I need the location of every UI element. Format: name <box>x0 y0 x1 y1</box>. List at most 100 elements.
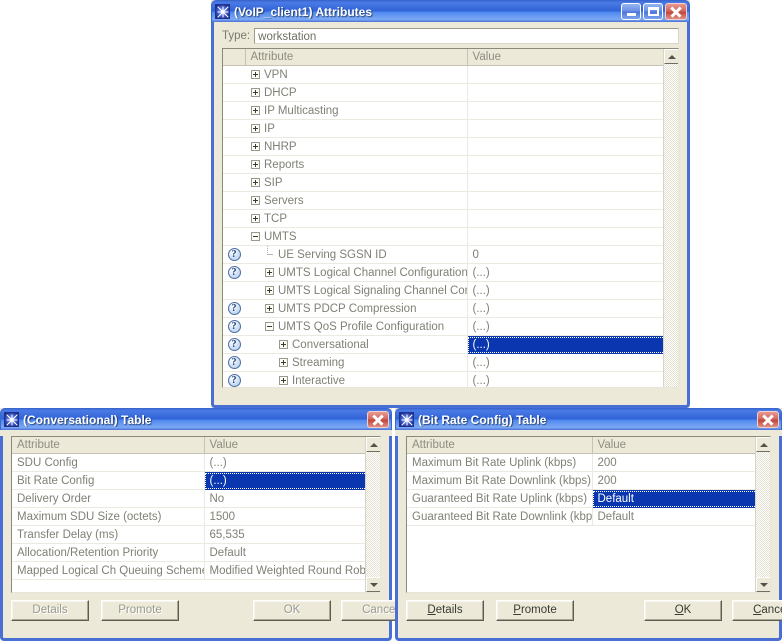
bitrate-vertical-scrollbar[interactable] <box>755 437 770 592</box>
scroll-up-button[interactable] <box>366 437 380 452</box>
bitrate-titlebar[interactable]: (Bit Rate Config) Table <box>395 408 782 430</box>
close-button[interactable] <box>665 3 687 20</box>
table-row[interactable]: Allocation/Retention Priority Default <box>12 543 380 562</box>
attribute-name-cell[interactable]: Reports <box>245 155 468 174</box>
details-button[interactable]: Details <box>11 600 89 621</box>
attribute-col-header[interactable]: Attribute <box>12 437 205 454</box>
minimize-button[interactable] <box>621 3 641 20</box>
tree-expand-toggle[interactable] <box>265 304 274 313</box>
attribute-value-cell[interactable] <box>467 119 678 138</box>
attribute-name-cell[interactable]: Guaranteed Bit Rate Downlink (kbps) <box>407 507 593 526</box>
table-row[interactable]: Delivery Order No <box>12 489 380 508</box>
ok-button[interactable]: OK <box>253 600 331 621</box>
table-row[interactable]: DHCP <box>223 83 678 102</box>
tree-collapse-toggle[interactable] <box>265 322 274 331</box>
attribute-name-cell[interactable]: Allocation/Retention Priority <box>12 543 205 562</box>
table-row[interactable]: Servers <box>223 191 678 210</box>
table-row[interactable]: SIP <box>223 173 678 192</box>
attribute-value-cell[interactable] <box>467 101 678 120</box>
conversational-titlebar[interactable]: (Conversational) Table <box>0 408 392 430</box>
attribute-name-cell[interactable]: VPN <box>245 65 468 84</box>
table-row[interactable]: Transfer Delay (ms) 65,535 <box>12 525 380 544</box>
help-icon[interactable]: ? <box>227 248 241 261</box>
table-row[interactable]: NHRP <box>223 137 678 156</box>
table-row[interactable]: Guaranteed Bit Rate Downlink (kbps) Defau… <box>407 507 770 526</box>
attribute-name-cell[interactable]: Conversational <box>245 335 468 354</box>
table-row[interactable]: ? Streaming (...) <box>223 353 678 372</box>
help-icon[interactable]: ? <box>227 266 241 279</box>
tree-expand-toggle[interactable] <box>251 214 260 223</box>
attribute-col-header[interactable]: Attribute <box>407 437 593 454</box>
attribute-name-cell[interactable]: SDU Config <box>12 453 205 472</box>
attribute-name-cell[interactable]: Mapped Logical Ch Queuing Scheme <box>12 561 205 580</box>
table-row[interactable]: ? Conversational (...) <box>223 335 678 354</box>
table-row[interactable]: Bit Rate Config (...) <box>12 471 380 490</box>
ok-button[interactable]: OK <box>644 600 722 621</box>
value-col-header[interactable]: Value <box>204 437 380 454</box>
table-row[interactable]: Reports <box>223 155 678 174</box>
attribute-value-cell[interactable]: (...) <box>203 471 380 490</box>
attribute-value-cell[interactable]: Default <box>591 489 770 508</box>
help-icon[interactable]: ? <box>227 320 241 333</box>
conversational-vertical-scrollbar[interactable] <box>365 437 380 592</box>
attribute-value-cell[interactable]: (...) <box>204 453 380 472</box>
table-row[interactable]: ? UMTS QoS Profile Configuration (...) <box>223 317 678 336</box>
attribute-name-cell[interactable]: SIP <box>245 173 468 192</box>
attribute-name-cell[interactable]: NHRP <box>245 137 468 156</box>
scroll-up-button[interactable] <box>664 49 678 64</box>
attribute-value-cell[interactable] <box>467 173 678 192</box>
help-icon[interactable]: ? <box>227 338 241 351</box>
attribute-name-cell[interactable]: UMTS QoS Profile Configuration <box>245 317 468 336</box>
tree-expand-toggle[interactable] <box>251 160 260 169</box>
attribute-name-cell[interactable]: Delivery Order <box>12 489 205 508</box>
attribute-value-cell[interactable] <box>467 209 678 228</box>
attribute-value-cell[interactable]: 0 <box>467 245 678 264</box>
table-row[interactable]: Guaranteed Bit Rate Uplink (kbps) Default <box>407 489 770 508</box>
attribute-value-cell[interactable] <box>467 83 678 102</box>
attribute-value-cell[interactable]: 65,535 <box>204 525 380 544</box>
attribute-value-cell[interactable]: (...) <box>467 299 678 318</box>
close-button[interactable] <box>757 411 779 428</box>
attribute-name-cell[interactable]: IP Multicasting <box>245 101 468 120</box>
table-row[interactable]: SDU Config (...) <box>12 453 380 472</box>
attribute-value-cell[interactable]: Modified Weighted Round Robin <box>204 561 380 580</box>
details-button[interactable]: Details <box>406 600 484 621</box>
help-icon[interactable]: ? <box>227 356 241 369</box>
attribute-name-cell[interactable]: Interactive <box>245 371 468 387</box>
scroll-up-button[interactable] <box>756 437 770 452</box>
attribute-value-cell[interactable]: 200 <box>592 453 770 472</box>
tree-expand-toggle[interactable] <box>265 286 274 295</box>
attribute-value-cell[interactable]: 200 <box>592 471 770 490</box>
attribute-value-cell[interactable] <box>467 155 678 174</box>
attribute-name-cell[interactable]: IP <box>245 119 468 138</box>
value-col-header[interactable]: Value <box>592 437 770 454</box>
tree-expand-toggle[interactable] <box>265 268 274 277</box>
attribute-name-cell[interactable]: Bit Rate Config <box>12 471 205 490</box>
promote-button[interactable]: Promote <box>101 600 179 621</box>
table-row[interactable]: Maximum Bit Rate Downlink (kbps) 200 <box>407 471 770 490</box>
table-row[interactable]: TCP <box>223 209 678 228</box>
table-row[interactable]: ? UE Serving SGSN ID 0 <box>223 245 678 264</box>
attribute-value-cell[interactable]: No <box>204 489 380 508</box>
attribute-name-cell[interactable]: Guaranteed Bit Rate Uplink (kbps) <box>407 489 593 508</box>
attribute-name-cell[interactable]: Streaming <box>245 353 468 372</box>
attribute-name-cell[interactable]: Maximum SDU Size (octets) <box>12 507 205 526</box>
attribute-name-cell[interactable]: UMTS Logical Channel Configuration <box>245 263 468 282</box>
table-row[interactable]: Maximum SDU Size (octets) 1500 <box>12 507 380 526</box>
tree-expand-toggle[interactable] <box>251 124 260 133</box>
table-row[interactable]: ? Interactive (...) <box>223 371 678 387</box>
attribute-name-cell[interactable]: UMTS Logical Signaling Channel Conf... <box>245 281 468 300</box>
attribute-name-cell[interactable]: UE Serving SGSN ID <box>245 245 468 264</box>
cancel-button[interactable]: Cancel <box>732 600 782 621</box>
close-button[interactable] <box>367 411 389 428</box>
attributes-titlebar[interactable]: (VoIP_client1) Attributes <box>211 0 690 22</box>
table-row[interactable]: ? UMTS PDCP Compression (...) <box>223 299 678 318</box>
attribute-value-cell[interactable]: (...) <box>467 371 678 387</box>
tree-expand-toggle[interactable] <box>279 340 288 349</box>
tree-expand-toggle[interactable] <box>279 358 288 367</box>
table-row[interactable]: UMTS Logical Signaling Channel Conf... (.… <box>223 281 678 300</box>
table-row[interactable]: Maximum Bit Rate Uplink (kbps) 200 <box>407 453 770 472</box>
attribute-value-cell[interactable]: (...) <box>467 281 678 300</box>
attribute-value-cell[interactable]: 1500 <box>204 507 380 526</box>
tree-expand-toggle[interactable] <box>279 376 288 385</box>
